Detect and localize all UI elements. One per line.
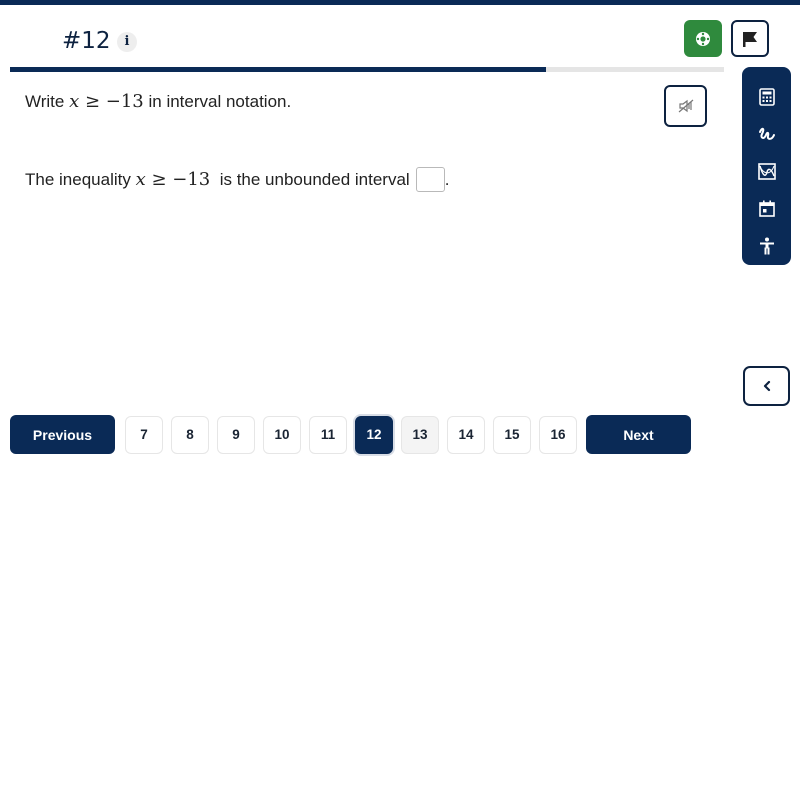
- statement-math: x ≥ −13: [135, 169, 211, 190]
- calendar-tool[interactable]: [752, 190, 782, 227]
- previous-button[interactable]: Previous: [10, 415, 115, 454]
- page-button-11[interactable]: 11: [309, 415, 347, 454]
- question-number: #12: [62, 28, 111, 54]
- page-button-9[interactable]: 9: [217, 415, 255, 454]
- answer-statement: The inequality x ≥ −13 is the unbounded …: [25, 167, 449, 192]
- question-prompt: Write x ≥ −13 in interval notation.: [25, 91, 291, 112]
- calendar-icon: [758, 200, 775, 218]
- statement-end: .: [444, 169, 450, 189]
- info-button[interactable]: i: [117, 32, 137, 52]
- page-button-14[interactable]: 14: [447, 415, 485, 454]
- page-button-10[interactable]: 10: [263, 415, 301, 454]
- prompt-math: x ≥ −13: [69, 91, 144, 112]
- calculator-tool[interactable]: [752, 78, 782, 115]
- scribble-icon: [758, 127, 775, 140]
- help-button[interactable]: [684, 20, 722, 57]
- page-button-12-current[interactable]: 12: [355, 415, 393, 454]
- chevron-left-icon: [763, 380, 770, 392]
- pagination: Previous 7 8 9 10 11 12 13 14 15 16 Next: [10, 415, 691, 454]
- calculator-icon: [758, 87, 775, 106]
- statement-suffix: is the unbounded interval: [219, 169, 410, 189]
- audio-button[interactable]: [664, 85, 707, 127]
- scratchpad-tool[interactable]: [752, 115, 782, 152]
- prompt-suffix: in interval notation.: [148, 92, 292, 111]
- page-button-13[interactable]: 13: [401, 415, 439, 454]
- page-button-15[interactable]: 15: [493, 415, 531, 454]
- next-wrapper: Next: [586, 415, 691, 454]
- collapse-toolbox-button[interactable]: [743, 366, 790, 406]
- toolbox: [742, 67, 791, 265]
- progress-fill: [10, 67, 546, 72]
- statement-prefix: The inequality: [25, 169, 131, 189]
- page-button-8[interactable]: 8: [171, 415, 209, 454]
- top-banner: [0, 0, 800, 5]
- lifebuoy-icon: [696, 31, 710, 46]
- graph-icon: [757, 163, 776, 180]
- page-button-16[interactable]: 16: [539, 415, 577, 454]
- graph-tool[interactable]: [752, 153, 782, 190]
- accessibility-tool[interactable]: [752, 228, 782, 265]
- next-button[interactable]: Next: [586, 415, 691, 454]
- flag-button[interactable]: [731, 20, 769, 57]
- answer-input[interactable]: [415, 167, 445, 192]
- page-button-7[interactable]: 7: [125, 415, 163, 454]
- progress-bar: [10, 67, 724, 72]
- audio-muted-icon: [678, 99, 693, 113]
- flag-icon: [743, 31, 757, 47]
- accessibility-icon: [759, 237, 774, 255]
- prompt-prefix: Write: [25, 92, 65, 111]
